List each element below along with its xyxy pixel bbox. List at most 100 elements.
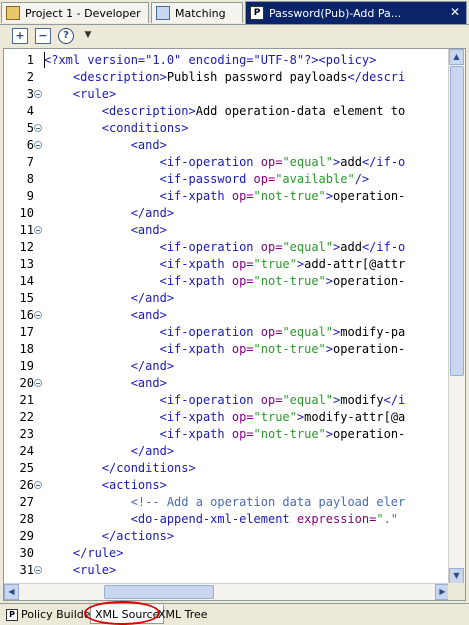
code-line: <do-append-xml-element expression="." bbox=[44, 511, 398, 528]
code-token: </and> bbox=[130, 291, 175, 305]
code-token: "equal" bbox=[282, 240, 334, 254]
line-number: 18 bbox=[19, 342, 34, 356]
code-line: <!-- Add a operation data payload eler bbox=[44, 494, 406, 511]
tab-policy-builder[interactable]: P Policy Builder bbox=[2, 605, 99, 624]
line-number: 25 bbox=[19, 461, 34, 475]
code-line: <if-xpath op="not-true">operation- bbox=[44, 341, 406, 358]
fold-toggle-icon[interactable] bbox=[34, 311, 42, 319]
fold-toggle-icon[interactable] bbox=[34, 141, 42, 149]
scroll-left-icon[interactable]: ◀ bbox=[4, 584, 19, 600]
code-line: <description>Publish password payloads</… bbox=[44, 69, 405, 86]
code-token: "equal" bbox=[282, 155, 334, 169]
code-area[interactable]: <?xml version="1.0" encoding="UTF-8"?><p… bbox=[44, 49, 441, 584]
code-token: </if-o bbox=[361, 240, 406, 254]
fold-toggle-icon[interactable] bbox=[34, 124, 42, 132]
code-line: <if-operation op="equal">add</if-o bbox=[44, 239, 406, 256]
code-line: <if-operation op="equal">modify</i bbox=[44, 392, 406, 409]
code-token: "not-true" bbox=[253, 427, 326, 441]
fold-toggle-icon[interactable] bbox=[34, 481, 42, 489]
code-token: <!-- Add a operation data payload eler bbox=[130, 495, 406, 509]
code-token: op= bbox=[253, 172, 276, 186]
code-line: <rule> bbox=[44, 562, 116, 579]
code-token: > bbox=[325, 427, 334, 441]
line-number: 12 bbox=[19, 240, 34, 254]
code-token: </and> bbox=[130, 359, 175, 373]
horizontal-scrollbar[interactable]: ◀ ▶ bbox=[4, 583, 450, 600]
fold-toggle-icon[interactable] bbox=[34, 379, 42, 387]
code-line: <if-operation op="equal">modify-pa bbox=[44, 324, 406, 341]
code-line: <if-xpath op="true">add-attr[@attr bbox=[44, 256, 406, 273]
tab-label: Password(Pub)-Add Pa... bbox=[269, 6, 402, 20]
code-token: </i bbox=[383, 393, 406, 407]
line-number: 11 bbox=[19, 223, 34, 237]
tab-password-policy[interactable]: P Password(Pub)-Add Pa... ✕ bbox=[245, 1, 467, 24]
code-token: <and> bbox=[130, 138, 167, 152]
code-token: modify-attr[@a bbox=[304, 410, 406, 424]
tab-label: XML Source bbox=[95, 608, 160, 621]
line-number: 6 bbox=[26, 138, 34, 152]
horizontal-scroll-thumb[interactable] bbox=[104, 585, 214, 599]
editor-toolbar: + − ? ▼ bbox=[0, 25, 469, 47]
code-line: </and> bbox=[44, 205, 174, 222]
vertical-scroll-thumb[interactable] bbox=[450, 66, 464, 376]
close-icon[interactable]: ✕ bbox=[450, 5, 460, 19]
project-icon bbox=[6, 6, 20, 20]
code-line: </rule> bbox=[44, 545, 124, 562]
code-token: > bbox=[325, 189, 334, 203]
help-icon[interactable]: ? bbox=[58, 28, 74, 44]
expand-all-icon[interactable]: + bbox=[12, 28, 28, 44]
code-token: <if-xpath bbox=[159, 342, 232, 356]
code-line: <if-operation op="equal">add</if-o bbox=[44, 154, 406, 171]
code-token: op= bbox=[231, 189, 254, 203]
code-token: <if-xpath bbox=[159, 410, 232, 424]
code-token: "." bbox=[376, 512, 399, 526]
tab-xml-tree[interactable]: XML Tree bbox=[154, 605, 212, 624]
view-menu-icon[interactable]: ▼ bbox=[80, 28, 96, 44]
code-line: <if-xpath op="not-true">operation- bbox=[44, 273, 406, 290]
code-line: </conditions> bbox=[44, 460, 196, 477]
fold-toggle-icon[interactable] bbox=[34, 566, 42, 574]
line-number: 23 bbox=[19, 427, 34, 441]
tab-matching[interactable]: Matching bbox=[151, 2, 243, 23]
code-line: <if-password op="available"/> bbox=[44, 171, 370, 188]
code-token: Publish password payloads bbox=[166, 70, 348, 84]
vertical-scrollbar[interactable]: ▲ ▼ bbox=[448, 49, 465, 584]
line-number: 17 bbox=[19, 325, 34, 339]
xml-source-editor[interactable]: 1 2 3 4 5 6 7 8 9 10 11 12 13 14 15 16 17 18 19 20 21 22 23 24 2… bbox=[3, 48, 466, 601]
code-token: "true" bbox=[253, 410, 297, 424]
code-token: "equal" bbox=[282, 393, 334, 407]
code-token: add-attr[@attr bbox=[304, 257, 406, 271]
scrollbar-corner bbox=[448, 583, 465, 600]
collapse-all-icon[interactable]: − bbox=[35, 28, 51, 44]
code-token: "equal" bbox=[282, 325, 334, 339]
fold-toggle-icon[interactable] bbox=[34, 226, 42, 234]
code-token: <if-operation bbox=[159, 240, 261, 254]
code-token: > bbox=[325, 342, 334, 356]
code-line: </and> bbox=[44, 358, 174, 375]
line-number: 27 bbox=[19, 495, 34, 509]
code-token: op= bbox=[231, 257, 254, 271]
code-token: <rule> bbox=[72, 563, 117, 577]
scroll-up-icon[interactable]: ▲ bbox=[449, 49, 464, 65]
code-token: <description> bbox=[72, 70, 167, 84]
scroll-down-icon[interactable]: ▼ bbox=[449, 568, 464, 584]
tab-project-developer[interactable]: Project 1 - Developer bbox=[1, 2, 149, 23]
fold-toggle-icon[interactable] bbox=[34, 90, 42, 98]
code-token: <description> bbox=[101, 104, 196, 118]
code-token: <and> bbox=[130, 376, 167, 390]
